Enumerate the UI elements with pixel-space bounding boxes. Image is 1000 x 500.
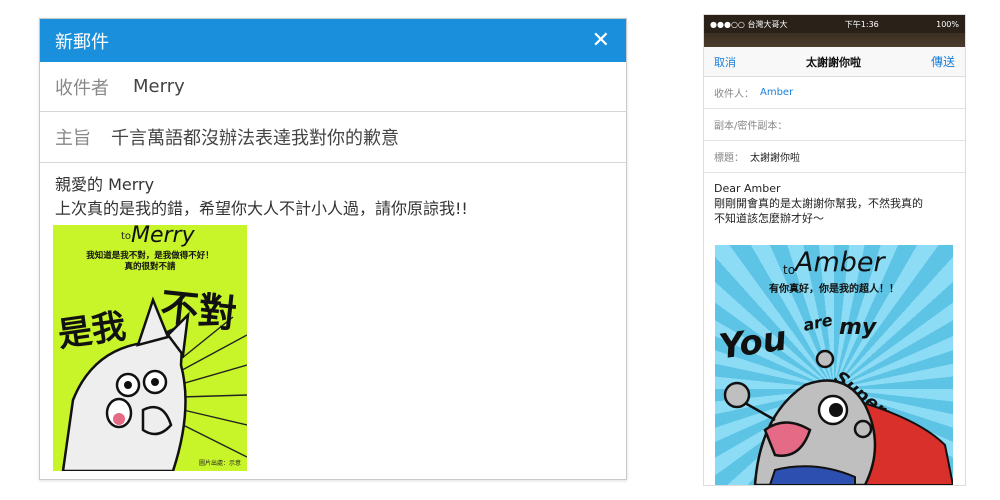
cancel-button[interactable]: 取消 xyxy=(714,54,736,70)
cc-row[interactable]: 副本/密件副本： xyxy=(704,109,965,141)
cartoon-hippo-superman-illustration xyxy=(723,349,953,485)
close-icon[interactable]: ✕ xyxy=(592,29,610,52)
compose-nav-bar: 取消 太謝謝你啦 傳送 xyxy=(704,47,965,77)
subject-row[interactable]: 標題： 太謝謝你啦 xyxy=(704,141,965,173)
svg-text:不對: 不對 xyxy=(158,285,238,337)
compose-window: 新郵件 ✕ 收件者 Merry 主旨 千言萬語都沒辦法表達我對你的歉意 親愛的 … xyxy=(39,18,627,480)
card-signature: 圖片出處：示意 xyxy=(198,460,241,467)
to-label: 收件者 xyxy=(55,77,109,99)
status-bar-backdrop xyxy=(704,33,965,47)
subject-label: 標題： xyxy=(714,153,744,164)
message-body[interactable]: Dear Amber 剛剛開會真的是太謝謝你幫我，不然我真的 不知道該怎麼辦才好… xyxy=(704,173,965,226)
card-big-lettering: 是我 不對 xyxy=(55,285,238,356)
subject-row[interactable]: 主旨 千言萬語都沒辦法表達我對你的歉意 xyxy=(40,112,626,163)
svg-text:是我: 是我 xyxy=(55,306,128,355)
to-row[interactable]: 收件者 Merry xyxy=(40,62,626,112)
body-line: 剛剛開會真的是太謝謝你幫我，不然我真的 xyxy=(714,197,923,210)
to-label: 收件人： xyxy=(714,89,754,100)
compose-title: 太謝謝你啦 xyxy=(805,55,861,69)
status-bar: ●●●○○ 台灣大哥大 下午1:36 100% xyxy=(704,15,965,33)
thanks-card-image: to Amber 有你真好，你是我的超人！！ You are my Superm… xyxy=(715,245,953,485)
subject-label: 主旨 xyxy=(55,128,91,149)
body-line: 親愛的 Merry xyxy=(55,175,155,194)
compose-header: 新郵件 ✕ xyxy=(40,19,626,62)
battery-label: 100% xyxy=(936,19,959,29)
message-body[interactable]: 親愛的 Merry 上次真的是我的錯，希望你大人不計小人過，請你原諒我!! xyxy=(40,163,626,221)
send-button[interactable]: 傳送 xyxy=(931,53,955,70)
body-line: 上次真的是我的錯，希望你大人不計小人過，請你原諒我!! xyxy=(55,199,468,218)
to-field[interactable]: Amber xyxy=(760,87,793,98)
cc-label: 副本/密件副本： xyxy=(714,121,788,132)
body-line: Dear Amber xyxy=(714,182,781,195)
apology-card-image: to Merry 我知道是我不對，是我做得不好！ 真的很對不請 是我 不對 圖片… xyxy=(53,225,247,471)
body-line: 不知道該怎麼辦才好～ xyxy=(714,212,824,225)
subject-field[interactable]: 太謝謝你啦 xyxy=(750,149,800,164)
to-field[interactable]: Merry xyxy=(133,76,185,97)
window-title: 新郵件 xyxy=(55,31,109,53)
status-time: 下午1:36 xyxy=(844,19,879,29)
phone-mail-compose: ●●●○○ 台灣大哥大 下午1:36 100% 取消 太謝謝你啦 傳送 收件人：… xyxy=(703,14,966,486)
subject-field[interactable]: 千言萬語都沒辦法表達我對你的歉意 xyxy=(111,124,399,150)
carrier-label: ●●●○○ 台灣大哥大 xyxy=(710,19,788,29)
to-row[interactable]: 收件人： Amber xyxy=(704,77,965,109)
